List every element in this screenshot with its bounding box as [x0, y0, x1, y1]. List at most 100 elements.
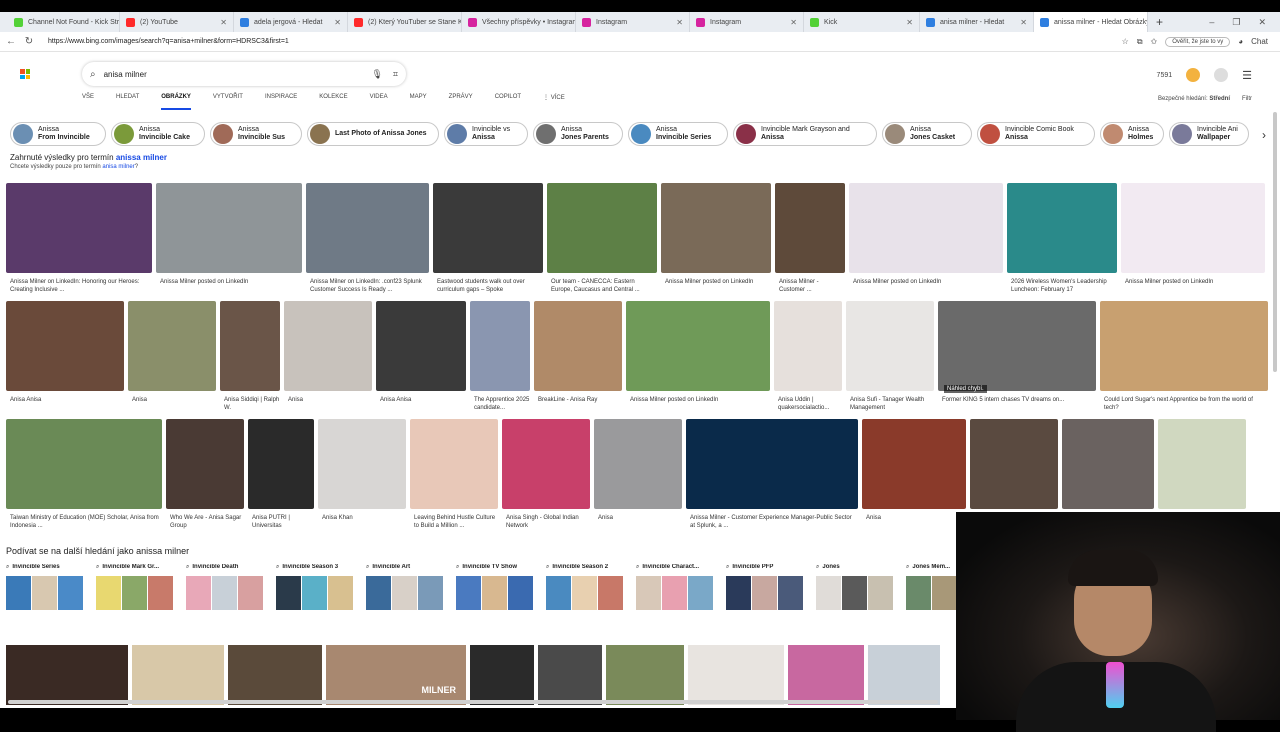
result-caption[interactable]: BreakLine - Anisa Ray — [534, 396, 622, 412]
image-result[interactable]: Leaving Behind Hustle Culture to Build a… — [410, 419, 498, 530]
result-caption[interactable]: Anissa Milner - Customer ... — [775, 278, 845, 294]
result-thumbnail[interactable] — [6, 419, 162, 509]
browser-tab[interactable]: Všechny příspěvky • Instagram✕ — [462, 12, 576, 32]
related-pill[interactable]: Invincible vs Anissa — [444, 122, 528, 146]
window-control-button[interactable]: – — [1209, 17, 1214, 28]
result-thumbnail[interactable] — [502, 419, 590, 509]
nav-tab[interactable]: MAPY — [410, 94, 427, 110]
image-result[interactable]: Anisa — [862, 419, 966, 530]
alt-term-link[interactable]: anisa milner — [102, 164, 134, 170]
result-caption[interactable]: Anisa Anisa — [376, 396, 466, 412]
related-pill[interactable]: Anissa Invincible Series — [628, 122, 728, 146]
related-search-item[interactable]: ⌕ Invincible PFP — [726, 564, 810, 610]
related-search-item[interactable]: ⌕ Jones — [816, 564, 900, 610]
menu-icon[interactable]: ☰ — [1242, 69, 1252, 82]
result-thumbnail[interactable] — [661, 183, 771, 273]
result-caption[interactable]: Former KING 5 intern chases TV dreams on… — [938, 396, 1096, 412]
result-caption[interactable]: Anisa Sufi - Tanager Wealth Management — [846, 396, 934, 412]
close-icon[interactable]: ✕ — [672, 18, 683, 27]
close-icon[interactable]: ✕ — [330, 18, 341, 27]
result-thumbnail[interactable] — [433, 183, 543, 273]
image-result[interactable]: Eastwood students walk out over curricul… — [433, 183, 543, 294]
related-pill[interactable]: Invincible Comic Book Anissa — [977, 122, 1095, 146]
close-icon[interactable]: ✕ — [786, 18, 797, 27]
search-input[interactable]: anisa milner — [104, 70, 147, 79]
result-thumbnail[interactable] — [849, 183, 1003, 273]
new-tab-button[interactable]: + — [1148, 15, 1171, 29]
result-thumbnail[interactable] — [774, 301, 842, 391]
nav-tab[interactable]: Vytvořit — [213, 94, 243, 110]
result-caption[interactable]: Anisa — [594, 514, 682, 530]
image-result[interactable]: Anissa Milner posted on LinkedIn — [661, 183, 771, 294]
browser-tab[interactable]: Instagram ✕ — [576, 12, 690, 32]
image-result[interactable]: Anisa Anisa — [6, 301, 124, 412]
result-caption[interactable]: Anisa Khan — [318, 514, 406, 530]
related-pill[interactable]: Invincible Mark Grayson and Anissa — [733, 122, 877, 146]
result-caption[interactable]: The Apprentice 2025 candidate... — [470, 396, 530, 412]
url-field[interactable]: https://www.bing.com/images/search?q=ani… — [48, 38, 1122, 45]
related-search-item[interactable]: ⌕ Invincible Charact... — [636, 564, 720, 610]
related-pill[interactable]: Anissa Jones Parents — [533, 122, 623, 146]
result-caption[interactable]: Could Lord Sugar's next Apprentice be fr… — [1100, 396, 1268, 412]
result-caption[interactable]: Taiwan Ministry of Education (MOE) Schol… — [6, 514, 162, 530]
browser-tab[interactable]: anissa milner - Hledat Obrázky✕ — [1034, 12, 1148, 32]
image-result[interactable] — [228, 645, 322, 705]
result-thumbnail[interactable] — [6, 183, 152, 273]
result-caption[interactable]: Anissa Milner - Customer Experience Mana… — [686, 514, 858, 530]
image-result[interactable]: Anisa — [128, 301, 216, 412]
related-pill[interactable]: Last Photo of Anissa Jones — [307, 122, 439, 146]
image-result[interactable]: Anissa Milner on LinkedIn: Honoring our … — [6, 183, 152, 294]
result-thumbnail[interactable] — [862, 419, 966, 509]
image-result[interactable] — [788, 645, 864, 705]
result-thumbnail[interactable] — [1062, 419, 1154, 509]
image-result[interactable] — [538, 645, 602, 705]
browser-tab[interactable]: anisa milner - Hledat ✕ — [920, 12, 1034, 32]
image-result[interactable]: Anissa Milner - Customer ... — [775, 183, 845, 294]
result-caption[interactable]: Anisa — [128, 396, 216, 412]
image-result[interactable]: Anissa Milner posted on LinkedIn — [849, 183, 1003, 294]
microsoft-logo-icon[interactable] — [20, 69, 30, 79]
result-thumbnail[interactable] — [686, 419, 858, 509]
close-icon[interactable]: ✕ — [1016, 18, 1027, 27]
close-icon[interactable]: ✕ — [216, 18, 227, 27]
chevron-right-icon[interactable]: › — [1262, 128, 1266, 142]
nav-tab[interactable]: OBRÁZKY — [161, 94, 191, 110]
result-thumbnail[interactable] — [306, 183, 429, 273]
favorites-icon[interactable]: ✩ — [1151, 37, 1158, 46]
browser-tab[interactable]: (2) YouTube ✕ — [120, 12, 234, 32]
image-result[interactable]: Anissa Milner on LinkedIn: .conf23 Splun… — [306, 183, 429, 294]
related-search-item[interactable]: ⌕ Invincible Mark Gr... — [96, 564, 180, 610]
image-result[interactable] — [470, 645, 534, 705]
result-thumbnail[interactable] — [6, 301, 124, 391]
image-result[interactable]: 2026 Wireless Women's Leadership Luncheo… — [1007, 183, 1117, 294]
related-pill[interactable]: Anissa Invincible Cake — [111, 122, 205, 146]
result-thumbnail[interactable] — [470, 301, 530, 391]
result-thumbnail[interactable] — [846, 301, 934, 391]
back-icon[interactable]: ← — [4, 36, 18, 47]
image-result[interactable]: Anisa PUTRI | Universitas — [248, 419, 314, 530]
image-result[interactable]: Anisa Anisa — [376, 301, 466, 412]
related-search-item[interactable]: ⌕ Invincible TV Show — [456, 564, 540, 610]
browser-tab[interactable]: (2) Který YouTuber se Stane Král✕ — [348, 12, 462, 32]
result-caption[interactable]: Anissa Milner posted on LinkedIn — [156, 278, 302, 294]
result-caption[interactable]: Anisa Uddin | quakersocialactio... — [774, 396, 842, 412]
result-thumbnail[interactable] — [284, 301, 372, 391]
result-thumbnail[interactable] — [410, 419, 498, 509]
related-search-item[interactable]: ⌕ Invincible Season 2 — [546, 564, 630, 610]
vertical-scrollbar[interactable] — [1273, 112, 1277, 372]
close-icon[interactable]: ✕ — [902, 18, 913, 27]
related-search-item[interactable]: ⌕ Invincible Season 3 — [276, 564, 360, 610]
result-thumbnail[interactable] — [166, 419, 244, 509]
image-result[interactable]: Taiwan Ministry of Education (MOE) Schol… — [6, 419, 162, 530]
related-search-item[interactable]: ⌕ Invincible Art — [366, 564, 450, 610]
related-pill[interactable]: Anissa Invincible Sus — [210, 122, 302, 146]
image-result[interactable]: Anissa Milner posted on LinkedIn — [156, 183, 302, 294]
nav-tab[interactable]: ZPRÁVY — [449, 94, 473, 110]
rewards-icon[interactable] — [1186, 68, 1201, 82]
result-thumbnail[interactable] — [547, 183, 657, 273]
nav-tab[interactable]: ⋮ VÍCE — [543, 94, 565, 110]
result-thumbnail[interactable] — [318, 419, 406, 509]
result-thumbnail[interactable] — [1007, 183, 1117, 273]
result-caption[interactable]: Anissa Milner posted on LinkedIn — [661, 278, 771, 294]
image-result[interactable]: Anisa — [594, 419, 682, 530]
